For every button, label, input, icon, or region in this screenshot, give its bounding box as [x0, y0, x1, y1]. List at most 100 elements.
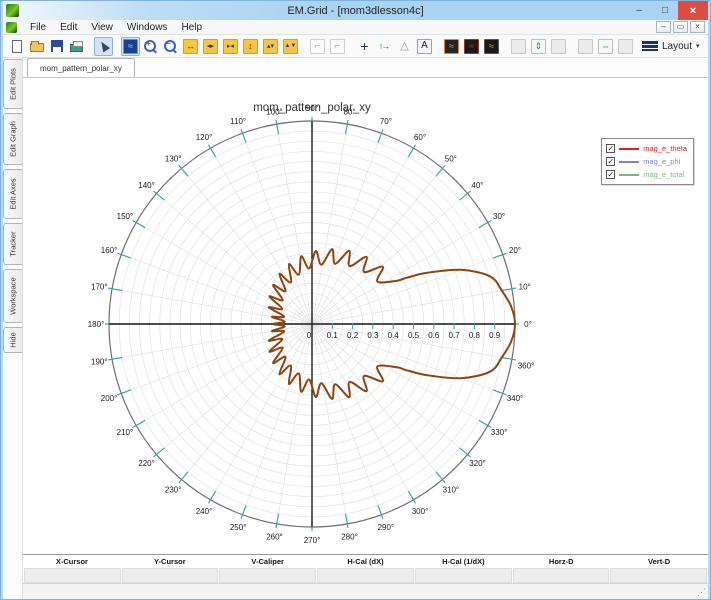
select-cursor-button[interactable]	[94, 37, 113, 56]
pane-btn-3-button[interactable]	[576, 37, 595, 56]
open-file-button[interactable]	[27, 37, 46, 56]
zoom-out-button[interactable]: −	[161, 37, 180, 56]
fit-x-button[interactable]: ▸◂	[221, 37, 240, 56]
angle-label: 290°	[378, 523, 395, 532]
angle-label: 180°	[88, 320, 105, 329]
footer-cell[interactable]	[513, 568, 610, 583]
legend-row-mag_e_theta: ✓mag_e_theta	[606, 142, 687, 155]
angle-tick	[241, 129, 246, 142]
mdi-close-button[interactable]: ×	[690, 21, 705, 33]
footer-cell[interactable]	[219, 568, 316, 583]
footer-header-h-cal-1-dx-: H-Cal (1/dX)	[414, 557, 512, 566]
shrink-x-button[interactable]: ◂▸	[201, 37, 220, 56]
toolbar-separator	[301, 37, 307, 55]
save-file-button[interactable]	[47, 37, 66, 56]
status-bar: ⋰	[23, 583, 708, 599]
frame-corner-left-button[interactable]: ⌐	[308, 37, 327, 56]
angle-label: 50°	[445, 155, 457, 164]
angle-label: 70°	[380, 117, 392, 126]
menu-edit[interactable]: Edit	[53, 21, 84, 34]
legend-checkbox[interactable]: ✓	[606, 170, 615, 179]
sidebar-tab-hide[interactable]: Hide	[3, 327, 22, 353]
print-button[interactable]	[67, 37, 86, 56]
footer-cell[interactable]	[415, 568, 512, 583]
angle-label: 190°	[91, 358, 108, 367]
maximize-button[interactable]: □	[652, 1, 678, 20]
pane-btn-2-button[interactable]	[549, 37, 568, 56]
expand-x-button[interactable]: ↔	[181, 37, 200, 56]
sidebar-tab-edit-graph[interactable]: Edit Graph	[3, 113, 22, 165]
resize-grip[interactable]: ⋰	[697, 587, 706, 598]
zoom-in-button[interactable]: +	[141, 37, 160, 56]
footer-cell[interactable]	[317, 568, 414, 583]
legend-row-mag_e_total: ✓mag_e_total	[606, 168, 687, 181]
sidebar-tab-label: Edit Axes	[9, 178, 18, 209]
window-title: EM.Grid - [mom3dlesson4c]	[3, 5, 708, 17]
sidebar-tab-label: Hide	[9, 332, 18, 347]
legend-checkbox[interactable]: ✓	[606, 144, 615, 153]
sidebar-tab-edit-plots[interactable]: Edit Plots	[3, 59, 22, 109]
expand-x-icon: ↔	[183, 39, 198, 54]
fit-y-button[interactable]: ▲▼	[281, 37, 300, 56]
footer-header-y-cursor: Y-Cursor	[121, 557, 219, 566]
triangle-tool-button[interactable]: △	[395, 37, 414, 56]
frame-corner-right-button[interactable]: ⌐	[328, 37, 347, 56]
fit-horizontal-button[interactable]: ⇔	[596, 37, 615, 56]
legend-line-swatch	[619, 161, 639, 163]
menu-view[interactable]: View	[84, 21, 120, 34]
sidebar-tab-label: Workspace	[9, 277, 18, 314]
sidebar-tab-workspace[interactable]: Workspace	[3, 269, 22, 323]
footer-cell[interactable]	[122, 568, 219, 583]
radial-label: 0	[307, 331, 312, 340]
close-button[interactable]: ×	[678, 1, 708, 20]
angle-label: 240°	[196, 507, 213, 516]
snapshot-plot-button[interactable]: ≈	[442, 37, 461, 56]
footer-header-h-cal-dx-: H-Cal (dX)	[317, 557, 415, 566]
footer-cell[interactable]	[610, 568, 707, 583]
crosshair-icon: +	[357, 39, 372, 54]
chart-pane: 00.10.20.30.40.50.60.70.80.90°10°20°30°4…	[23, 78, 708, 554]
fit-vertical-button[interactable]: ⇕	[529, 37, 548, 56]
zoom-out-icon: −	[163, 39, 178, 54]
minimize-button[interactable]: –	[626, 1, 652, 20]
legend-checkbox[interactable]: ✓	[606, 157, 615, 166]
pane-btn-4-icon	[618, 39, 633, 54]
angle-label: 230°	[165, 485, 182, 494]
fit-vertical-icon: ⇕	[531, 39, 546, 54]
polar-grid-spoke	[312, 194, 468, 324]
pane-btn-4-button[interactable]	[616, 37, 635, 56]
toolbar-separator	[569, 37, 575, 55]
zoom-in-icon: +	[143, 39, 158, 54]
axes-tool-button[interactable]: ↑→	[375, 37, 394, 56]
plot-style-red-button[interactable]: ≈	[462, 37, 481, 56]
chart-legend: ✓mag_e_theta✓mag_e_phi✓mag_e_total	[601, 138, 694, 185]
angle-label: 330°	[491, 428, 508, 437]
new-file-button[interactable]	[7, 37, 26, 56]
frame-corner-right-icon: ⌐	[330, 39, 345, 54]
sidebar-tab-tracker[interactable]: Tracker	[3, 223, 22, 265]
shrink-y-button[interactable]: ▴▾	[261, 37, 280, 56]
sidebar-tab-edit-axes[interactable]: Edit Axes	[3, 169, 22, 219]
snapshot-plot-icon: ≈	[444, 39, 459, 54]
text-tool-button[interactable]: A	[415, 37, 434, 56]
zoom-region-button[interactable]: ≈	[121, 37, 140, 56]
layout-dropdown-button[interactable]: Layout▾	[636, 39, 706, 54]
angle-label: 200°	[101, 394, 118, 403]
polar-grid-spoke	[312, 324, 442, 480]
footer-cell[interactable]	[24, 568, 121, 583]
pane-btn-1-button[interactable]	[509, 37, 528, 56]
menu-windows[interactable]: Windows	[120, 21, 175, 34]
menu-file[interactable]: File	[23, 21, 53, 34]
menu-help[interactable]: Help	[174, 21, 209, 34]
expand-y-button[interactable]: ↕	[241, 37, 260, 56]
mdi-restore-button[interactable]: ▭	[673, 21, 688, 33]
tab-mom-pattern-polar-xy[interactable]: mom_pattern_polar_xy	[27, 58, 135, 77]
crosshair-button[interactable]: +	[355, 37, 374, 56]
mdi-minimize-button[interactable]: –	[656, 21, 671, 33]
plot-style-orange-button[interactable]: ≈	[482, 37, 501, 56]
angle-label: 60°	[414, 133, 426, 142]
angle-label: 30°	[493, 212, 505, 221]
angle-tick	[108, 357, 122, 359]
mdi-app-icon	[6, 22, 17, 33]
angle-label: 140°	[138, 181, 155, 190]
